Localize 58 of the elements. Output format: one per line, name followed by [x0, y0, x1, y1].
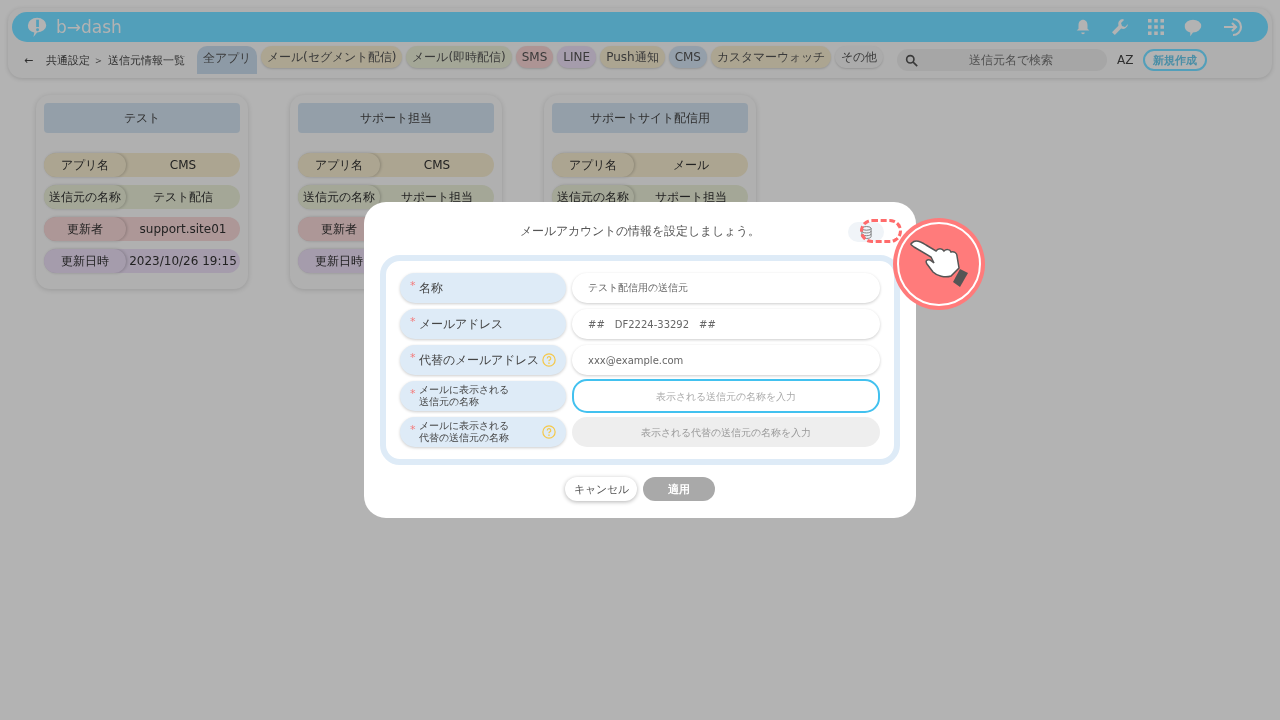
- filter-tab[interactable]: メール(即時配信): [406, 46, 512, 68]
- label-text: メールアドレス: [418, 318, 503, 330]
- label-text: メールに表示される: [418, 420, 509, 432]
- row-label: アプリ名: [44, 153, 126, 177]
- bell-icon[interactable]: [1074, 18, 1092, 36]
- row-label: アプリ名: [298, 153, 380, 177]
- wrench-icon[interactable]: [1110, 17, 1130, 37]
- dialog-button[interactable]: キャンセル: [565, 477, 637, 501]
- filter-tab[interactable]: カスタマーウォッチ: [711, 46, 831, 68]
- row-label: 送信元の名称: [44, 185, 126, 209]
- filter-tab[interactable]: 全アプリ: [197, 46, 257, 74]
- required-mark: *: [410, 279, 416, 292]
- back-button[interactable]: ←: [24, 53, 46, 67]
- label-text: 代替の送信元の名称: [418, 432, 509, 444]
- card-title: サポート担当: [298, 103, 494, 133]
- filter-tab[interactable]: Push通知: [600, 46, 665, 68]
- row-value: サポート担当: [400, 188, 474, 206]
- text-field[interactable]: テスト配信用の送信元: [572, 273, 880, 303]
- text-field[interactable]: ##__DF2224-33292__##: [572, 309, 880, 339]
- required-mark: *: [410, 423, 416, 436]
- database-button[interactable]: [848, 222, 884, 242]
- row-value: 2023/10/26 19:15: [128, 254, 238, 268]
- filter-tab[interactable]: メール(セグメント配信): [261, 46, 403, 68]
- sort-button[interactable]: AZ: [1117, 53, 1134, 67]
- label-text: メールに表示される: [418, 384, 509, 396]
- row-label: 更新日時: [44, 249, 126, 273]
- filter-tab[interactable]: LINE: [557, 46, 597, 68]
- label-text: 代替のメールアドレス: [418, 354, 539, 366]
- row-value: サポート担当: [654, 188, 728, 206]
- search-icon: [905, 54, 918, 67]
- row-value: メール: [672, 156, 710, 174]
- sender-card[interactable]: テスト アプリ名 CMS 送信元の名称 テスト配信 更新者 support.site01 更新日時 2023/10/26 19:15: [36, 95, 248, 289]
- logo-text: b→dash: [56, 17, 122, 37]
- required-mark: *: [410, 387, 416, 400]
- row-value: CMS: [168, 158, 198, 172]
- row-value: support.site01: [138, 222, 228, 236]
- text-field[interactable]: xxx@example.com: [572, 345, 880, 375]
- row-label: 更新者: [44, 217, 126, 241]
- database-icon: [860, 225, 872, 239]
- row-label: アプリ名: [552, 153, 634, 177]
- required-mark: *: [410, 351, 416, 364]
- chat-bubble-icon[interactable]: [1182, 17, 1204, 37]
- filter-tab[interactable]: その他: [835, 46, 883, 68]
- card-title: サポートサイト配信用: [552, 103, 748, 133]
- filter-tab[interactable]: SMS: [515, 46, 554, 68]
- label-text: 送信元の名称: [418, 396, 480, 408]
- required-mark: *: [410, 315, 416, 328]
- row-value: テスト配信: [152, 188, 214, 206]
- card-title: テスト: [44, 103, 240, 133]
- breadcrumb: 共通設定 ＞ 送信元情報一覧: [46, 52, 185, 68]
- row-value: CMS: [422, 158, 452, 172]
- grid-icon[interactable]: [1148, 19, 1164, 35]
- filter-tab[interactable]: CMS: [668, 46, 707, 68]
- row-label: 送信元の名称: [298, 185, 380, 209]
- help-icon[interactable]: [542, 353, 556, 367]
- search-field[interactable]: 送信元名で検索: [897, 49, 1107, 71]
- login-icon[interactable]: [1222, 17, 1244, 37]
- text-field[interactable]: 表示される送信元の名称を入力: [572, 379, 880, 413]
